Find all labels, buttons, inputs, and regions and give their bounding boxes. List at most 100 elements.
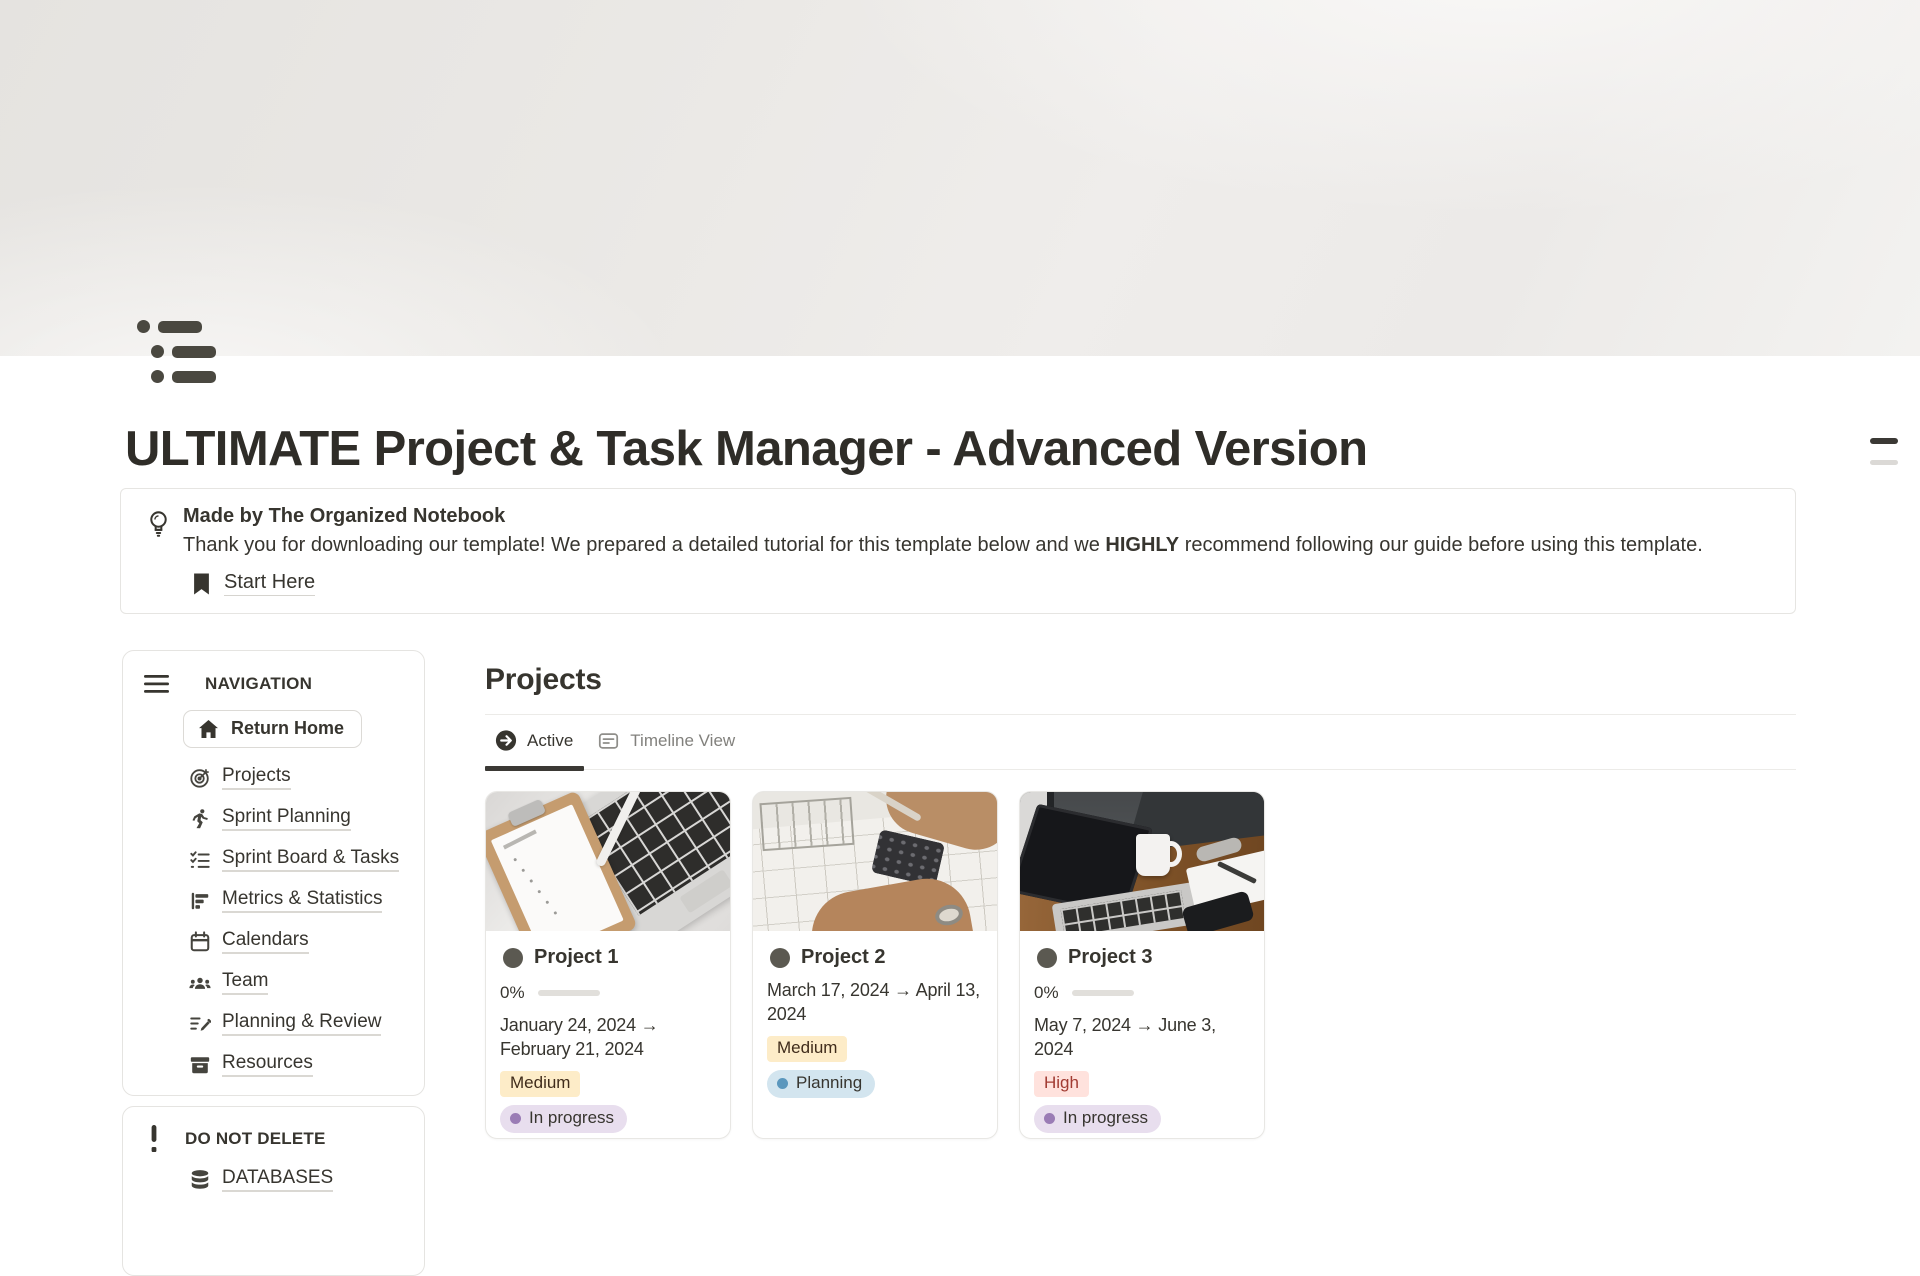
projects-heading: Projects [485,663,1796,697]
return-home-label: Return Home [231,718,344,739]
do-not-delete-links: DATABASES [189,1159,424,1200]
view-tabs: Active Timeline View [485,715,1796,770]
progress-bar [538,990,600,996]
project-date-range: January 24, 2024 → February 21, 2024 [500,1013,716,1061]
home-icon [199,720,218,738]
sidebar-item-resources[interactable]: Resources [189,1044,424,1085]
callout-body-intro: Thank you for downloading our template! … [183,534,1105,556]
navigation-heading: NAVIGATION [205,674,312,694]
icon-row [151,345,219,358]
sidebar-item-team[interactable]: Team [189,962,424,1003]
return-home-button[interactable]: Return Home [183,710,362,748]
status-label: Planning [796,1073,862,1093]
sidebar-item-projects[interactable]: Projects [189,757,424,798]
mug-shape [1136,834,1170,876]
project-card-3[interactable]: Project 3 0% May 7, 2024 → June 3, 2024 … [1019,791,1265,1139]
tab-timeline-view[interactable]: Timeline View [587,729,746,769]
navigation-links: Projects Sprint Planning Sprint Board & … [189,757,424,1085]
navigation-header: NAVIGATION [144,671,424,697]
start-here-page-link[interactable]: Start Here [192,571,315,596]
card-body: Project 3 0% May 7, 2024 → June 3, 2024 … [1020,931,1264,1133]
card-body: Project 1 0% January 24, 2024 → February… [486,931,730,1133]
bar-chart-icon [189,890,211,912]
icon-row [151,370,219,383]
do-not-delete-header: DO NOT DELETE [149,1124,424,1154]
page-title: ULTIMATE Project & Task Manager - Advanc… [125,421,1685,477]
callout-title: Made by The Organized Notebook [183,502,1771,531]
status-row: Planning [767,1070,983,1098]
tab-active[interactable]: Active [485,729,584,769]
card-title-row: Project 3 [1034,946,1250,969]
projects-section: Projects Active Timeline View [485,650,1796,1139]
exclamation-icon [149,1125,159,1153]
priority-tag: Medium [767,1036,847,1062]
target-icon [189,767,211,789]
project-title: Project 2 [801,946,885,969]
icon-row [137,320,219,333]
start-here-label: Start Here [224,571,315,596]
priority-tag: High [1034,1071,1089,1097]
tab-label: Timeline View [630,731,735,751]
status-tag: In progress [500,1105,627,1133]
callout-body-outro: recommend following our guide before usi… [1179,534,1703,556]
sidebar-item-calendars[interactable]: Calendars [189,921,424,962]
project-card-1[interactable]: Project 1 0% January 24, 2024 → February… [485,791,731,1139]
project-cards-gallery: Project 1 0% January 24, 2024 → February… [485,791,1796,1139]
sidebar-item-label: Projects [222,765,291,790]
status-tag: Planning [767,1070,875,1098]
project-date-range: March 17, 2024 → April 13, 2024 [767,978,983,1026]
toc-bar-active [1870,438,1898,444]
sidebar-item-sprint-board-tasks[interactable]: Sprint Board & Tasks [189,839,424,880]
progress-bar [1072,990,1134,996]
progress-row: 0% [500,982,716,1004]
sidebar-item-label: Team [222,970,268,995]
toc-indicator[interactable] [1870,438,1898,465]
project-circle-icon [503,948,523,968]
priority-row: High [1034,1071,1250,1097]
sidebar-item-label: Resources [222,1052,313,1077]
project-circle-icon [1037,948,1057,968]
callout-body: Thank you for downloading our template! … [183,531,1771,560]
navigation-panel: NAVIGATION Return Home Projects [122,650,425,1096]
sidebar-item-label: Metrics & Statistics [222,888,382,913]
project-cover-photo [486,792,730,931]
sidebar-item-metrics-statistics[interactable]: Metrics & Statistics [189,880,424,921]
project-cover-photo [753,792,997,931]
status-row: In progress [1034,1105,1250,1133]
people-icon [189,972,211,994]
priority-row: Medium [767,1036,983,1062]
status-row: In progress [500,1105,716,1133]
project-circle-icon [770,948,790,968]
sidebar-item-label: Sprint Board & Tasks [222,847,399,872]
project-title: Project 1 [534,946,618,969]
timeline-icon [597,730,620,752]
checklist-icon [189,849,211,871]
progress-row: 0% [1034,982,1250,1004]
sidebar-item-label: Calendars [222,929,309,954]
info-callout: Made by The Organized Notebook Thank you… [120,488,1796,614]
status-label: In progress [1063,1108,1148,1128]
progress-percent: 0% [1034,983,1059,1003]
status-label: In progress [529,1108,614,1128]
database-icon [189,1169,211,1191]
status-tag: In progress [1034,1105,1161,1133]
priority-tag: Medium [500,1071,580,1097]
status-dot-icon [777,1078,788,1089]
page-icon-bullet-list-icon[interactable] [137,320,219,388]
status-dot-icon [510,1113,521,1124]
callout-body-bold: HIGHLY [1105,534,1179,556]
sidebar-item-sprint-planning[interactable]: Sprint Planning [189,798,424,839]
progress-percent: 0% [500,983,525,1003]
card-body: Project 2 March 17, 2024 → April 13, 202… [753,931,997,1098]
sidebar-item-databases[interactable]: DATABASES [189,1159,424,1200]
project-card-2[interactable]: Project 2 March 17, 2024 → April 13, 202… [752,791,998,1139]
project-cover-photo [1020,792,1264,931]
page-cover-image [0,0,1920,356]
sidebar-item-label: Sprint Planning [222,806,351,831]
hamburger-icon [144,675,169,693]
do-not-delete-panel: DO NOT DELETE DATABASES [122,1106,425,1276]
card-title-row: Project 2 [767,946,983,969]
toc-bar [1870,460,1898,465]
sidebar-item-planning-review[interactable]: Planning & Review [189,1003,424,1044]
lightbulb-icon [145,509,172,539]
